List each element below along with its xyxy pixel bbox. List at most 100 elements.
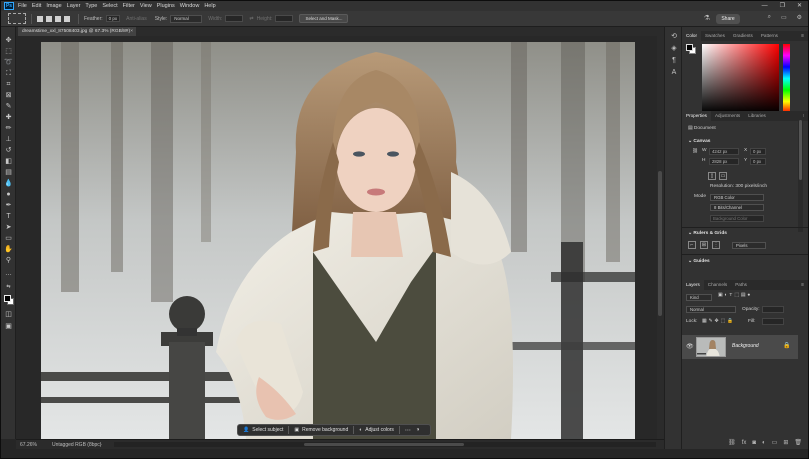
properties-scroll-thumb[interactable]: [799, 120, 802, 180]
menu-image[interactable]: Image: [46, 3, 61, 9]
close-tab-icon[interactable]: ×: [130, 27, 133, 36]
type-tool-icon[interactable]: T: [4, 213, 13, 221]
tab-gradients[interactable]: Gradients: [729, 31, 757, 41]
object-selection-tool-icon[interactable]: ⛶: [4, 70, 13, 78]
contrast-icon[interactable]: ◑: [416, 427, 420, 433]
select-and-mask-button[interactable]: Select and Mask...: [299, 14, 349, 23]
menu-window[interactable]: Window: [180, 3, 200, 9]
dodge-tool-icon[interactable]: ●: [4, 191, 13, 199]
tab-channels[interactable]: Channels: [704, 280, 731, 290]
swap-colors-icon[interactable]: ⇆: [4, 283, 13, 291]
tab-color[interactable]: Color: [682, 31, 701, 41]
document-photo[interactable]: [41, 42, 635, 439]
panel-menu-icon[interactable]: ≡: [801, 280, 804, 290]
tab-properties[interactable]: Properties: [682, 111, 711, 121]
flask-icon[interactable]: ⚗: [704, 14, 710, 22]
layer-style-icon[interactable]: fx: [742, 437, 747, 449]
menu-file[interactable]: File: [18, 3, 27, 9]
menu-help[interactable]: Help: [204, 3, 215, 9]
share-button[interactable]: Share: [716, 14, 740, 24]
landscape-orientation-icon[interactable]: ▭: [719, 172, 727, 180]
minimize-icon[interactable]: —: [762, 1, 768, 11]
layer-row-background[interactable]: 👁 Background 🔒: [682, 335, 798, 359]
rectangle-tool-icon[interactable]: ▭: [4, 235, 13, 243]
tab-layers[interactable]: Layers: [682, 280, 704, 290]
intersect-selection-icon[interactable]: [64, 15, 70, 22]
marquee-tool-preset[interactable]: [8, 13, 26, 24]
eraser-tool-icon[interactable]: ◧: [4, 158, 13, 166]
x-input[interactable]: 0 px: [750, 148, 766, 155]
layer-filter-icons[interactable]: ▣◐T⬚▤●: [718, 293, 752, 298]
gradient-tool-icon[interactable]: ▤: [4, 169, 13, 177]
menu-view[interactable]: View: [140, 3, 152, 9]
new-layer-icon[interactable]: ⊞: [783, 437, 788, 449]
guides-icon[interactable]: ⋮: [712, 241, 720, 249]
new-selection-icon[interactable]: [37, 15, 43, 22]
screen-mode-icon[interactable]: ▣: [4, 323, 13, 331]
guides-section[interactable]: ⌄ Guides: [688, 259, 710, 264]
canvas-section[interactable]: ⌄ Canvas: [688, 139, 710, 144]
feather-input[interactable]: 0 px: [105, 15, 121, 22]
lasso-tool-icon[interactable]: ➰: [4, 59, 13, 67]
horizontal-scrollbar[interactable]: [114, 442, 656, 447]
menu-edit[interactable]: Edit: [32, 3, 41, 9]
menu-select[interactable]: Select: [102, 3, 117, 9]
pen-tool-icon[interactable]: ✒: [4, 202, 13, 210]
vertical-scrollbar[interactable]: [657, 36, 664, 439]
antialias-checkbox[interactable]: Anti-alias: [126, 16, 147, 22]
move-tool-icon[interactable]: ✥: [4, 37, 13, 45]
color-picker-field[interactable]: [702, 44, 779, 113]
zoom-level[interactable]: 67.26%: [20, 440, 37, 450]
blend-mode-select[interactable]: Normal: [686, 306, 736, 313]
hue-slider[interactable]: [783, 44, 790, 113]
zoom-tool-icon[interactable]: ⚲: [4, 257, 13, 265]
remove-background-button[interactable]: ▣ Remove background: [294, 427, 348, 433]
adjust-colors-button[interactable]: ◐ Adjust colors: [359, 427, 394, 433]
restore-icon[interactable]: ❐: [780, 1, 785, 11]
portrait-orientation-icon[interactable]: ▯: [708, 172, 716, 180]
grid-icon[interactable]: ⊞: [700, 241, 708, 249]
mode-select[interactable]: RGB Color: [710, 194, 764, 201]
document-tab[interactable]: dreamstime_xxl_87508403.jpg @ 67.3% (RGB…: [18, 27, 136, 36]
adjustment-layer-icon[interactable]: ◐: [762, 437, 766, 449]
y-input[interactable]: 0 px: [750, 158, 766, 165]
units-select[interactable]: Pixels: [732, 242, 766, 249]
link-layers-icon[interactable]: ⛓: [728, 437, 736, 449]
tab-paths[interactable]: Paths: [731, 280, 751, 290]
menu-layer[interactable]: Layer: [67, 3, 81, 9]
add-selection-icon[interactable]: [46, 15, 52, 22]
foreground-color-chip[interactable]: [686, 44, 693, 51]
vertical-scroll-thumb[interactable]: [658, 171, 662, 316]
menu-plugins[interactable]: Plugins: [157, 3, 175, 9]
eyedropper-tool-icon[interactable]: ✎: [4, 103, 13, 111]
lock-icons[interactable]: ▦✎✥⬚🔒: [702, 319, 735, 324]
frame-tool-icon[interactable]: ⊠: [4, 92, 13, 100]
background-color-field[interactable]: Background Color: [710, 215, 764, 222]
panel-menu-icon[interactable]: ≡: [801, 31, 804, 41]
close-icon[interactable]: ✕: [797, 1, 802, 11]
layer-filter-select[interactable]: Kind: [686, 294, 712, 301]
healing-brush-tool-icon[interactable]: ✚: [4, 114, 13, 122]
horizontal-scroll-thumb[interactable]: [304, 443, 464, 446]
clone-stamp-tool-icon[interactable]: ⊥: [4, 136, 13, 144]
style-select[interactable]: Normal: [170, 14, 203, 23]
brush-tool-icon[interactable]: ✏: [4, 125, 13, 133]
swap-icon[interactable]: ⇄: [249, 16, 253, 22]
more-tools-icon[interactable]: …: [4, 270, 13, 278]
select-subject-button[interactable]: 👤 Select subject: [243, 427, 283, 433]
subtract-selection-icon[interactable]: [55, 15, 61, 22]
chevron-right-icon[interactable]: ›: [100, 440, 102, 450]
character-panel-icon[interactable]: A: [670, 69, 678, 77]
canvas-width-input[interactable]: 4242 px: [709, 148, 739, 155]
width-input[interactable]: [225, 15, 244, 22]
more-options-icon[interactable]: ⋯: [405, 427, 411, 434]
crop-tool-icon[interactable]: ⌗: [4, 81, 13, 89]
path-selection-tool-icon[interactable]: ➤: [4, 224, 13, 232]
color-panel-swatches[interactable]: [686, 44, 696, 54]
lock-icon[interactable]: 🔒: [783, 342, 790, 349]
rulers-icon[interactable]: ⌐: [688, 241, 696, 249]
history-panel-icon[interactable]: ⟲: [670, 33, 678, 41]
menu-filter[interactable]: Filter: [123, 3, 135, 9]
bit-depth-select[interactable]: 8 Bits/Channel: [710, 204, 764, 211]
delete-layer-icon[interactable]: 🗑: [794, 437, 802, 449]
